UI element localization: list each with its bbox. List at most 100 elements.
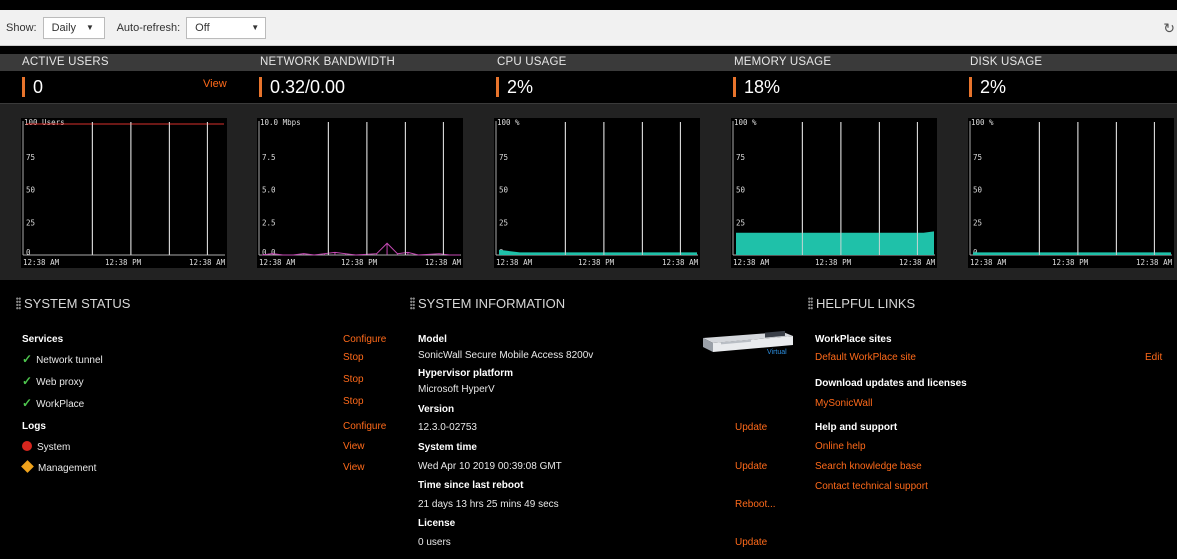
chart-y-tick: 75 [973, 153, 982, 162]
active-users-chart: 100 Users755025012:38 AM 12:38 PM 12:38 AM [21, 118, 227, 268]
view-system-log-link[interactable]: View [343, 441, 365, 452]
logs-label: Logs [22, 421, 46, 432]
chart-y-tick: 25 [736, 218, 745, 227]
metric-disk-usage: 2% [969, 71, 1006, 103]
metric-title-memory-usage: MEMORY USAGE [734, 56, 832, 68]
autorefresh-select[interactable]: Off ▼ [186, 16, 267, 39]
chart-y-tick: 0.0 [262, 248, 276, 257]
chart-x-tick: 12:38 AM [899, 258, 936, 267]
service-name: WorkPlace [36, 399, 85, 410]
reboot-label: Time since last reboot [418, 480, 524, 491]
chart-x-tick: 12:38 PM [341, 258, 378, 267]
chart-x-tick: 12:38 AM [496, 258, 533, 267]
chart-y-tick: 50 [736, 186, 746, 195]
chart-background [494, 118, 700, 268]
metric-title-disk-usage: DISK USAGE [970, 56, 1043, 68]
log-name: Management [38, 463, 97, 474]
helpful-links-title: HELPFUL LINKS [808, 296, 915, 311]
autorefresh-label: Auto-refresh: [116, 21, 181, 34]
metric-accent-bar [22, 77, 25, 97]
disk-usage-chart: 100 %755025012:38 AM12:38 PM12:38 AM [968, 118, 1174, 268]
toolbar: Show: Daily ▼ Auto-refresh: Off ▼ ↻ [0, 10, 1177, 46]
logs-configure-link[interactable]: Configure [343, 421, 386, 432]
reboot-link[interactable]: Reboot... [735, 499, 776, 510]
show-select-value: Daily [51, 21, 77, 34]
chart-x-tick: 12:38 PM [578, 258, 615, 267]
chart-x-tick: 12:38 PM [1052, 258, 1089, 267]
warning-icon [21, 460, 34, 473]
hypervisor-value: Microsoft HyperV [418, 384, 495, 395]
contact-support-link[interactable]: Contact technical support [815, 481, 928, 492]
drag-handle-icon[interactable] [16, 297, 21, 310]
chart-y-tick: 7.5 [262, 153, 276, 162]
stop-workplace-link[interactable]: Stop [343, 396, 364, 407]
chart-y-tick: 25 [973, 218, 982, 227]
services-configure-link[interactable]: Configure [343, 334, 386, 345]
chart-x-tick: 12:38 AM [1136, 258, 1173, 267]
chart-x-tick: 12:38 AM [23, 258, 60, 267]
stop-network-tunnel-link[interactable]: Stop [343, 352, 364, 363]
chart-x-tick: 12:38 AM [259, 258, 296, 267]
chart-x-tick: 12:38 AM [662, 258, 699, 267]
metric-memory-usage: 18% [733, 71, 780, 103]
chart-x-tick: 12:38 AM [970, 258, 1007, 267]
metric-value: 0.32/0.00 [270, 76, 346, 97]
search-knowledge-base-link[interactable]: Search knowledge base [815, 461, 922, 472]
workplace-sites-label: WorkPlace sites [815, 334, 892, 345]
chart-max-label: 100 % [497, 118, 520, 127]
chart-x-tick: 12:38 PM [105, 258, 142, 267]
cpu-usage-chart: 100 %755025012:38 AM12:38 PM12:38 AM [494, 118, 700, 268]
view-management-log-link[interactable]: View [343, 462, 365, 473]
service-name: Web proxy [36, 377, 84, 388]
network-bandwidth-chart: 10.0 Mbps7.55.02.50.012:38 AM 12:38 PM 12:… [257, 118, 463, 268]
license-update-link[interactable]: Update [735, 537, 767, 548]
version-update-link[interactable]: Update [735, 422, 767, 433]
metric-value: 0 [33, 76, 44, 97]
metric-title-cpu-usage: CPU USAGE [497, 56, 567, 68]
refresh-icon[interactable]: ↻ [1163, 20, 1175, 37]
memory-usage-chart: 100 %755025012:38 AM12:38 PM12:38 AM [731, 118, 937, 268]
stop-web-proxy-link[interactable]: Stop [343, 374, 364, 385]
edit-workplace-link[interactable]: Edit [1145, 352, 1162, 363]
chart-y-tick: 75 [26, 153, 35, 162]
license-label: License [418, 518, 456, 529]
chart-y-tick: 50 [26, 186, 36, 195]
autorefresh-select-value: Off [195, 21, 210, 34]
chevron-down-icon: ▼ [86, 23, 94, 32]
mysonicwall-link[interactable]: MySonicWall [815, 398, 872, 409]
default-workplace-site-link[interactable]: Default WorkPlace site [815, 352, 916, 363]
metric-value: 2% [980, 76, 1007, 97]
metric-active-users: 0 [22, 71, 43, 103]
check-icon: ✓ [22, 352, 33, 366]
log-name: System [37, 442, 71, 453]
error-icon [22, 441, 32, 451]
service-network-tunnel: ✓ Network tunnel [22, 352, 103, 366]
model-label: Model [418, 334, 447, 345]
metric-title-active-users: ACTIVE USERS [22, 56, 109, 68]
system-time-label: System time [418, 442, 477, 453]
check-icon: ✓ [22, 396, 33, 410]
view-active-users-link[interactable]: View [203, 78, 227, 90]
drag-handle-icon[interactable] [808, 297, 813, 310]
log-management: Management [21, 460, 97, 474]
appliance-label: Virtual [767, 349, 787, 356]
online-help-link[interactable]: Online help [815, 441, 866, 452]
drag-handle-icon[interactable] [410, 297, 415, 310]
chart-y-tick: 50 [499, 186, 509, 195]
show-select[interactable]: Daily ▼ [42, 16, 105, 39]
chart-x-tick: 12:38 PM [815, 258, 852, 267]
version-label: Version [418, 404, 455, 415]
chart-max-label: 100 % [971, 118, 994, 127]
service-web-proxy: ✓ Web proxy [22, 374, 84, 388]
show-label: Show: [6, 21, 37, 34]
system-time-update-link[interactable]: Update [735, 461, 767, 472]
chart-max-label: 10.0 Mbps [260, 118, 301, 127]
system-status-title: SYSTEM STATUS [16, 296, 130, 311]
chart-y-tick: 2.5 [262, 218, 276, 227]
metric-network-bandwidth: 0.32/0.00 [259, 71, 345, 103]
metric-value: 2% [507, 76, 534, 97]
chevron-down-icon: ▼ [251, 23, 260, 32]
chart-y-tick: 75 [736, 153, 745, 162]
metric-accent-bar [969, 77, 972, 97]
chart-x-tick: 12:38 AM [733, 258, 770, 267]
